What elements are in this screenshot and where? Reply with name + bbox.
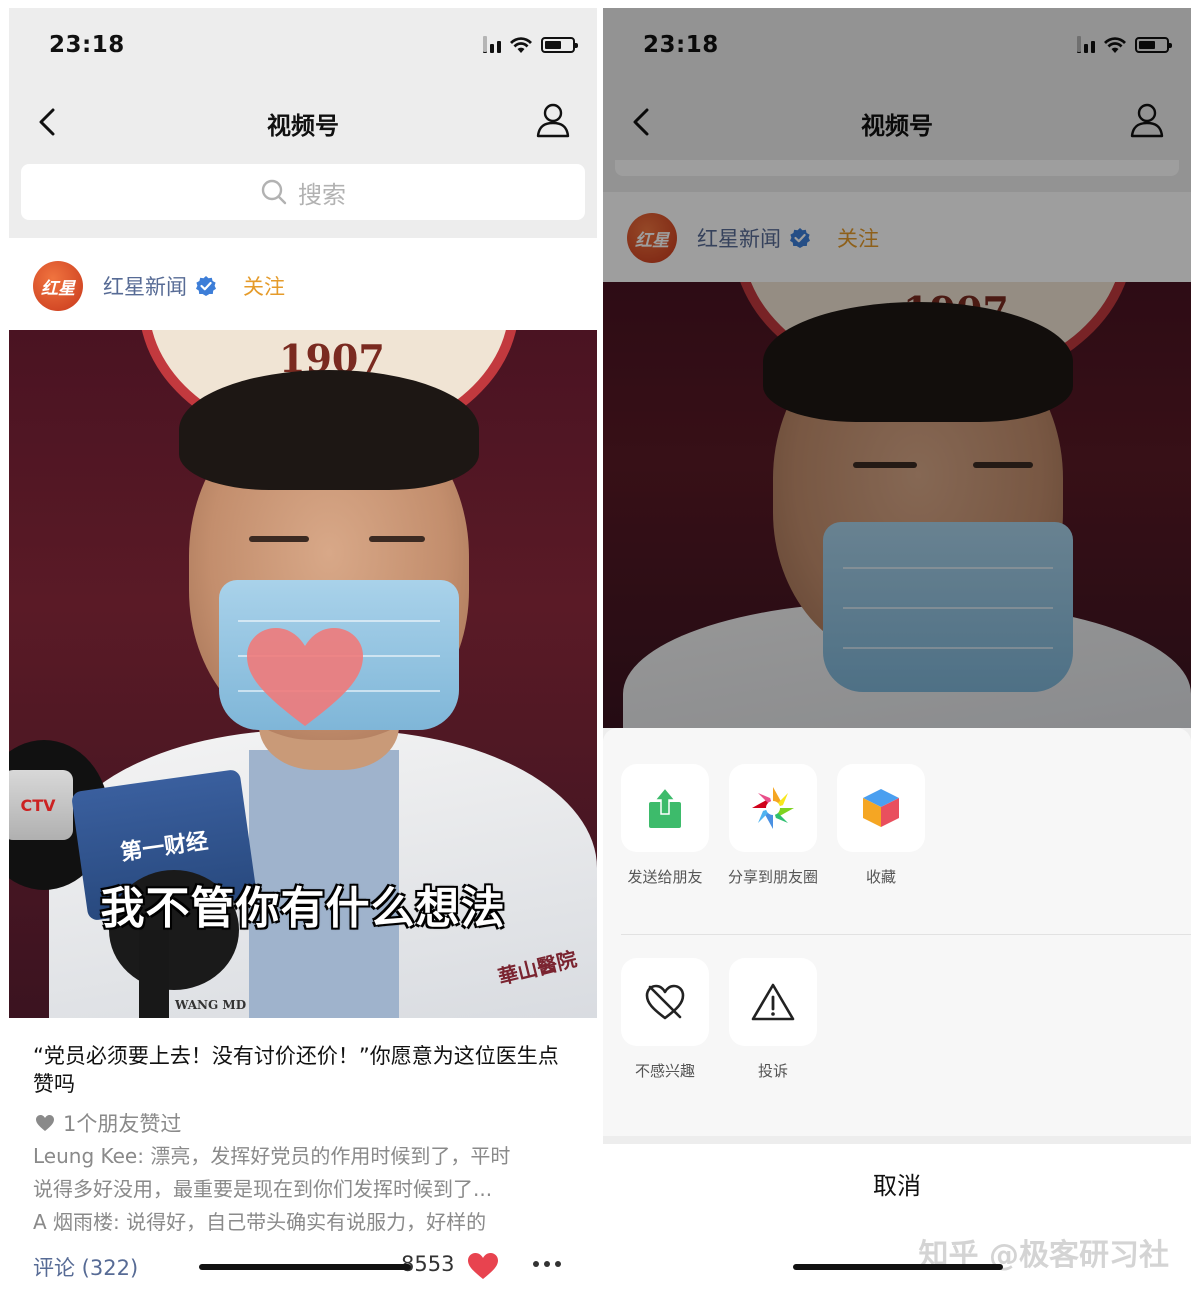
nav-bar: 视频号 [9,84,597,160]
system-icons [483,36,578,54]
dim-overlay[interactable] [603,8,1191,728]
favorite-button[interactable]: 收藏 [837,764,925,887]
doctor-eye-left [249,536,309,542]
right-phone-screen: 23:18 视频号 红星 红星新闻 关注 发送给朋友 分享到朋友圈 收藏 不感兴… [603,8,1191,1288]
page-title: 视频号 [267,112,339,140]
report-button[interactable]: 投诉 [729,958,817,1081]
not-interested-heart-icon [645,984,685,1020]
video-frame: 1907 CTV 第一财经 華山醫院 WANG MD 我不管你有什么想法 [9,330,597,1018]
mic-logo-ctv: CTV [9,770,73,840]
action-label: 投诉 [757,1062,788,1080]
friends-liked-row: 1个朋友赞过 [35,1108,181,1138]
heart-icon [36,1115,54,1131]
share-to-moments-button[interactable]: 分享到朋友圈 [728,764,819,887]
search-placeholder: 搜索 [298,180,346,209]
status-bar: 23:18 [9,8,597,84]
microphone-stand [139,930,169,1018]
author-row: 红星 红星新闻 关注 [9,240,597,332]
home-indicator [793,1264,1003,1270]
battery-icon [541,37,578,53]
home-indicator [199,1264,411,1270]
left-phone-screen: 23:18 视频号 搜索 红星 红星新闻 关注 1907 CTV 第一财经 華山… [9,8,597,1288]
send-to-friend-button[interactable]: 发送给朋友 [621,764,709,887]
comment-line[interactable]: Leung Kee: 漂亮，发挥好党员的作用时候到了，平时 [33,1140,567,1172]
warning-triangle-icon [751,983,795,1021]
cancel-separator [603,1136,1191,1144]
action-label: 发送给朋友 [627,868,703,886]
share-sheet: 发送给朋友 分享到朋友圈 收藏 不感兴趣 投诉 取消 [603,728,1191,1288]
share-row-primary: 发送给朋友 分享到朋友圈 收藏 [603,764,1191,887]
share-arrow-icon [649,786,681,828]
friends-liked-text: 1个朋友赞过 [63,1112,182,1136]
more-icon[interactable] [531,1258,563,1270]
comments-link[interactable]: 评论 (322) [33,1252,138,1282]
doctor-hair [179,370,479,490]
search-icon [261,179,287,205]
comment-line[interactable]: A 烟雨楼: 说得好，自己带头确实有说服力，好样的 [33,1206,567,1238]
status-time: 23:18 [49,32,125,58]
wifi-icon [510,37,532,53]
share-row-secondary: 不感兴趣 投诉 [603,958,1191,1081]
like-heart-overlay-icon [247,628,363,726]
verified-icon [196,276,216,296]
comment-line[interactable]: 说得多好没用，最重要是现在到你们发挥时候到了... [33,1173,567,1205]
avatar[interactable]: 红星 [33,261,83,311]
post-title[interactable]: “党员必须要上去！没有讨价还价！”你愿意为这位医生点赞吗 [33,1042,567,1098]
doctor-eye-right [369,536,425,542]
signal-icon [483,36,501,53]
video-caption: 我不管你有什么想法 [100,883,506,934]
sheet-divider [621,934,1191,935]
moments-aperture-icon [752,787,794,829]
follow-button[interactable]: 关注 [243,271,285,301]
action-label: 不感兴趣 [634,1062,695,1080]
video-player[interactable]: 1907 CTV 第一财经 華山醫院 WANG MD 我不管你有什么想法 [9,330,597,1018]
author-name[interactable]: 红星新闻 [103,271,187,301]
action-label: 收藏 [865,868,896,886]
not-interested-button[interactable]: 不感兴趣 [621,958,709,1081]
action-label: 分享到朋友圈 [728,868,819,886]
search-area: 搜索 [9,160,597,238]
like-heart-icon[interactable] [467,1252,499,1280]
profile-icon[interactable] [533,100,573,140]
search-input[interactable]: 搜索 [21,164,585,220]
favorite-cube-icon [863,789,899,827]
name-tag: WANG MD [175,998,247,1012]
screenshot-root: 23:18 视频号 搜索 红星 红星新闻 关注 1907 CTV 第一财经 華山… [0,0,1200,1294]
cancel-label[interactable]: 取消 [603,1166,1191,1201]
